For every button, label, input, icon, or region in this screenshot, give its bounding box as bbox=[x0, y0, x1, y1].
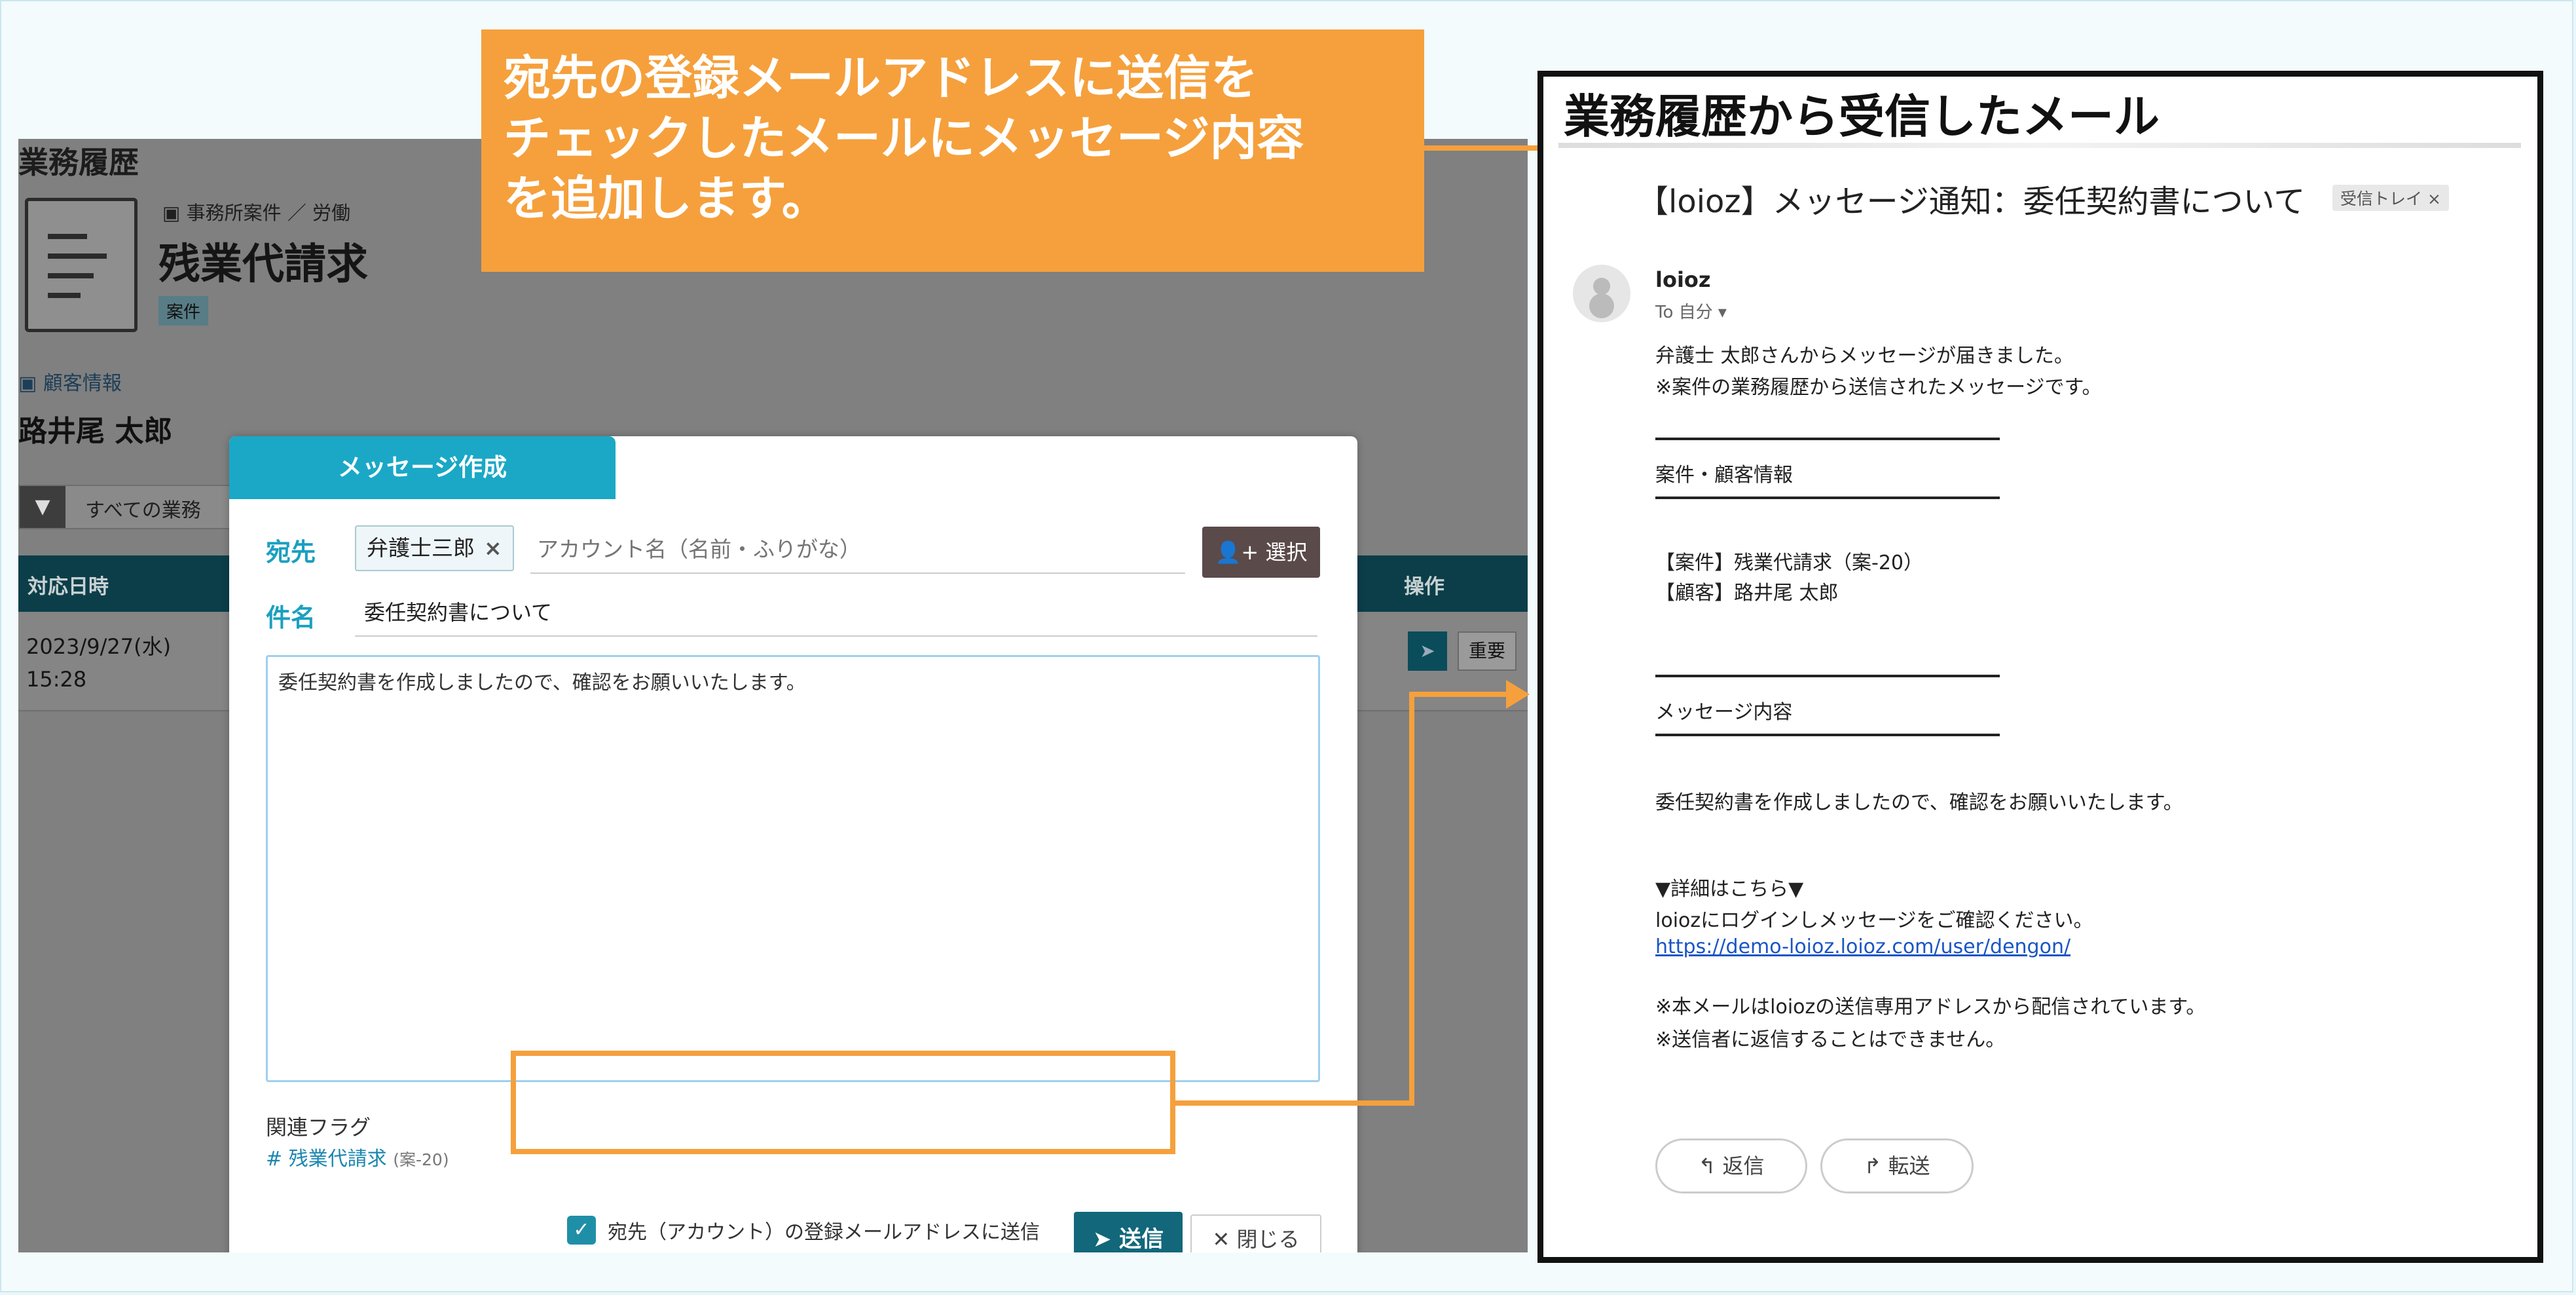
filter-icon[interactable]: ▼ bbox=[20, 486, 65, 528]
email-panel-title: 業務履歴から受信したメール bbox=[1564, 90, 2160, 143]
forward-button[interactable]: ↱ 転送 bbox=[1820, 1138, 1974, 1193]
add-user-icon: 👤+ bbox=[1215, 540, 1266, 565]
forward-label: 転送 bbox=[1888, 1154, 1930, 1178]
connector-line-send-v bbox=[1409, 692, 1414, 1106]
subject-input[interactable]: 委任契約書について bbox=[355, 588, 1317, 637]
forward-icon: ↱ bbox=[1864, 1154, 1888, 1178]
send-button-label: 送信 bbox=[1119, 1226, 1164, 1252]
email-intro-line-1: 弁護士 太郎さんからメッセージが届きました。 bbox=[1655, 345, 2074, 367]
footer-line-2: ※送信者に返信することはできません。 bbox=[1655, 1028, 2006, 1051]
paper-plane-icon: ➤ bbox=[1092, 1226, 1120, 1252]
send-to-email-option[interactable]: ✓ 宛先（アカウント）の登録メールアドレスに送信 bbox=[567, 1216, 1040, 1245]
section-title: 業務履歴 bbox=[18, 145, 139, 180]
related-flag-name: 残業代請求 bbox=[288, 1148, 387, 1171]
document-icon bbox=[25, 198, 138, 332]
breadcrumb-text: 事務所案件 ／ 労働 bbox=[186, 202, 351, 224]
email-message-body: 委任契約書を作成しましたので、確認をお願いいたします。 bbox=[1655, 791, 2183, 814]
to-label: 宛先 bbox=[266, 538, 316, 567]
select-button-label: 選択 bbox=[1265, 540, 1308, 565]
column-actions: 操作 bbox=[1404, 575, 1444, 599]
row-date: 2023/9/27(水) bbox=[26, 634, 172, 659]
login-text: loiozにログインしメッセージをご確認ください。 bbox=[1655, 909, 2093, 932]
email-rule bbox=[1655, 675, 2000, 677]
customer-name: 路井尾 太郎 bbox=[18, 415, 173, 448]
reply-button[interactable]: ↰ 返信 bbox=[1655, 1138, 1807, 1193]
email-intro-line-2: ※案件の業務履歴から送信されたメッセージです。 bbox=[1655, 376, 2102, 399]
connector-line-send-top bbox=[1409, 692, 1507, 697]
reply-icon: ↰ bbox=[1698, 1154, 1723, 1178]
column-datetime: 対応日時 bbox=[28, 575, 109, 599]
email-rule bbox=[1655, 438, 2000, 440]
received-email-panel bbox=[1537, 71, 2543, 1263]
subject-label: 件名 bbox=[266, 603, 316, 632]
connector-line-send-h bbox=[1175, 1100, 1414, 1106]
panel-divider bbox=[1558, 143, 2521, 148]
customer-line: 【顧客】路井尾 太郎 bbox=[1655, 582, 1839, 605]
breadcrumb: ▣ 事務所案件 ／ 労働 bbox=[162, 198, 350, 225]
case-line: 【案件】残業代請求（案-20） bbox=[1655, 552, 1923, 574]
related-flag-code: (案-20) bbox=[393, 1150, 449, 1169]
footer-line-1: ※本メールはloiozの送信専用アドレスから配信されています。 bbox=[1655, 996, 2206, 1019]
send-icon-button[interactable]: ➤ bbox=[1408, 631, 1447, 671]
related-flag-title: 関連フラグ bbox=[266, 1115, 371, 1140]
recipient-name: 弁護士三郎 bbox=[367, 535, 475, 561]
annotation-callout: 宛先の登録メールアドレスに送信を チェックしたメールにメッセージ内容 を追加しま… bbox=[481, 29, 1424, 272]
callout-line-3: を追加します。 bbox=[504, 171, 829, 226]
filter-text: すべての業務 bbox=[85, 499, 201, 522]
related-flag-link[interactable]: # 残業代請求 (案-20) bbox=[266, 1142, 449, 1171]
email-subject: 【loioz】メッセージ通知：委任契約書について bbox=[1637, 183, 2306, 220]
email-rule bbox=[1655, 734, 2000, 736]
building-icon: ▣ bbox=[162, 202, 187, 224]
case-tag: 案件 bbox=[158, 296, 209, 326]
close-button[interactable]: ✕ 閉じる bbox=[1190, 1214, 1321, 1252]
close-button-label: 閉じる bbox=[1236, 1227, 1300, 1252]
case-title: 残業代請求 bbox=[158, 240, 368, 289]
send-to-email-checkbox[interactable]: ✓ bbox=[567, 1216, 596, 1245]
modal-tab-title: メッセージ作成 bbox=[229, 436, 616, 499]
checkbox-highlight bbox=[511, 1051, 1175, 1154]
case-info-heading: 案件・顧客情報 bbox=[1655, 464, 1793, 487]
recipient-chip: 弁護士三郎 × bbox=[355, 525, 514, 571]
important-button[interactable]: 重要 bbox=[1458, 631, 1517, 671]
message-heading: メッセージ内容 bbox=[1655, 701, 1793, 724]
inbox-badge[interactable]: 受信トレイ × bbox=[2332, 185, 2449, 211]
callout-line-1: 宛先の登録メールアドレスに送信を bbox=[504, 50, 1259, 105]
close-icon: ✕ bbox=[1212, 1227, 1237, 1252]
customer-info-link[interactable]: ▣ 顧客情報 bbox=[18, 367, 122, 396]
arrow-head-2 bbox=[1506, 680, 1530, 709]
send-to-email-label: 宛先（アカウント）の登録メールアドレスに送信 bbox=[608, 1221, 1040, 1244]
remove-recipient-icon[interactable]: × bbox=[484, 535, 502, 561]
details-heading: ▼詳細はこちら▼ bbox=[1655, 878, 1804, 901]
callout-line-2: チェックしたメールにメッセージ内容 bbox=[504, 111, 1304, 166]
send-button[interactable]: ➤ 送信 bbox=[1074, 1212, 1183, 1252]
email-recipient-toggle[interactable]: To 自分 ▾ bbox=[1655, 299, 1727, 323]
row-time: 15:28 bbox=[26, 667, 87, 692]
row-datetime: 2023/9/27(水) 15:28 bbox=[26, 630, 171, 696]
reply-label: 返信 bbox=[1722, 1154, 1765, 1178]
email-sender: loioz bbox=[1655, 267, 1711, 292]
customer-info-label: 顧客情報 bbox=[43, 372, 122, 395]
select-recipient-button[interactable]: 👤+ 選択 bbox=[1202, 527, 1320, 578]
message-body-textarea[interactable]: 委任契約書を作成しましたので、確認をお願いいたします。 bbox=[266, 655, 1320, 1082]
recipient-search-input[interactable] bbox=[530, 525, 1185, 574]
id-card-icon: ▣ bbox=[18, 372, 43, 395]
sender-avatar-icon bbox=[1573, 265, 1630, 322]
email-link[interactable]: https://demo-loioz.loioz.com/user/dengon… bbox=[1655, 935, 2070, 958]
email-rule bbox=[1655, 497, 2000, 499]
